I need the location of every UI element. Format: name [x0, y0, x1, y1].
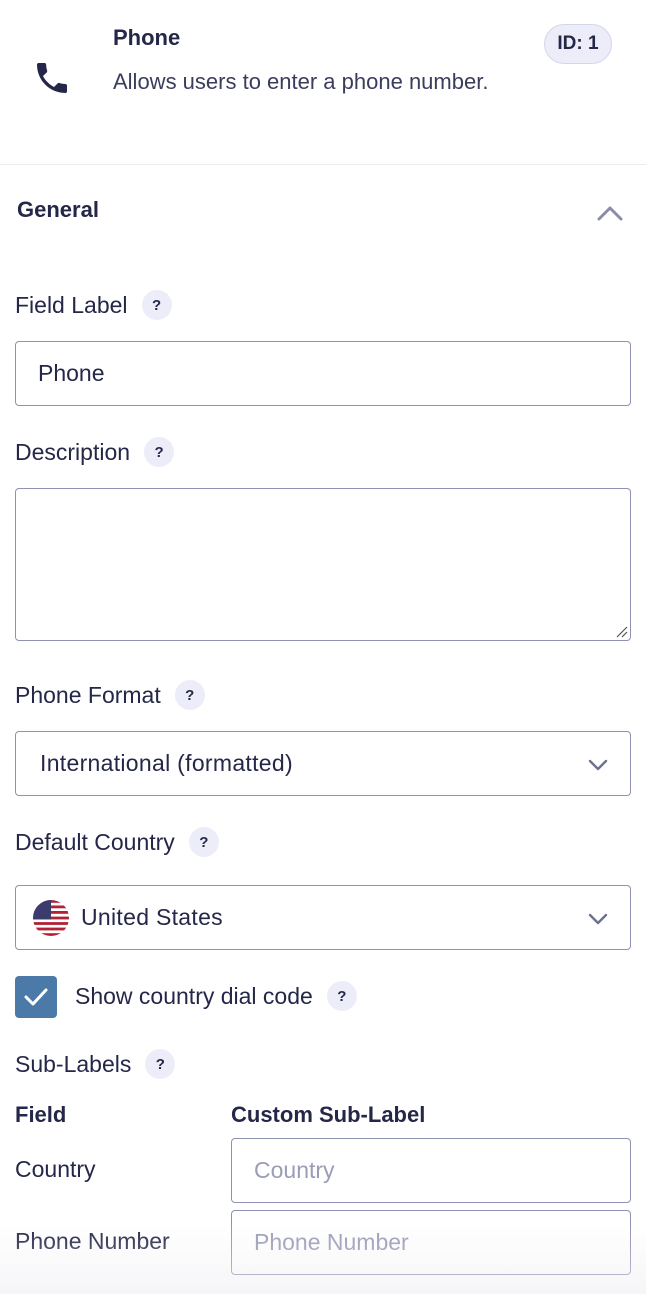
field-label-value: Phone — [38, 360, 105, 386]
field-header: Phone Allows users to enter a phone numb… — [0, 0, 646, 165]
help-icon[interactable]: ? — [141, 290, 172, 320]
sub-label-row-phone-number: Phone Number — [15, 1228, 170, 1254]
description-text: Description — [15, 438, 131, 465]
help-icon[interactable]: ? — [144, 437, 175, 467]
description-label: Description ? — [15, 437, 175, 467]
sub-labels-label: Sub-Labels ? — [15, 1049, 176, 1079]
field-label-text: Field Label — [15, 291, 128, 318]
chevron-down-icon — [588, 759, 608, 771]
sub-labels-text: Sub-Labels — [15, 1050, 132, 1077]
help-icon[interactable]: ? — [326, 981, 357, 1011]
default-country-label: Default Country ? — [15, 827, 219, 857]
phone-number-sub-label-input[interactable] — [231, 1210, 631, 1275]
show-dial-code-text: Show country dial code — [75, 982, 313, 1009]
phone-format-text: Phone Format — [15, 681, 161, 708]
field-label-label: Field Label ? — [15, 290, 172, 320]
section-title-general[interactable]: General — [17, 197, 99, 223]
help-icon[interactable]: ? — [174, 680, 205, 710]
checkmark-icon — [24, 988, 48, 1006]
column-header-field: Field — [15, 1102, 67, 1127]
show-dial-code-checkbox[interactable] — [15, 976, 57, 1018]
phone-icon — [37, 63, 67, 93]
description-textarea[interactable] — [15, 488, 631, 641]
phone-format-selected: International (formatted) — [40, 750, 293, 776]
help-icon[interactable]: ? — [188, 827, 219, 857]
country-sub-label-input[interactable] — [231, 1138, 631, 1203]
show-dial-code-label[interactable]: Show country dial code ? — [75, 981, 357, 1011]
help-icon[interactable]: ? — [145, 1049, 176, 1079]
field-title: Phone — [113, 25, 181, 50]
us-flag-icon — [33, 899, 69, 936]
default-country-text: Default Country — [15, 828, 175, 855]
field-id-badge: ID: 1 — [544, 24, 612, 64]
chevron-down-icon — [588, 913, 608, 925]
phone-format-label: Phone Format ? — [15, 680, 205, 710]
phone-format-select[interactable]: International (formatted) — [15, 731, 631, 796]
sub-label-row-country: Country — [15, 1156, 96, 1182]
default-country-selected: United States — [81, 904, 223, 930]
column-header-custom-sub-label: Custom Sub-Label — [231, 1102, 426, 1127]
default-country-select[interactable]: United States — [15, 885, 631, 950]
field-description: Allows users to enter a phone number. — [113, 69, 489, 94]
resize-grip-icon[interactable] — [614, 624, 628, 638]
chevron-up-icon[interactable] — [594, 199, 626, 225]
field-label-input[interactable]: Phone — [15, 341, 631, 406]
